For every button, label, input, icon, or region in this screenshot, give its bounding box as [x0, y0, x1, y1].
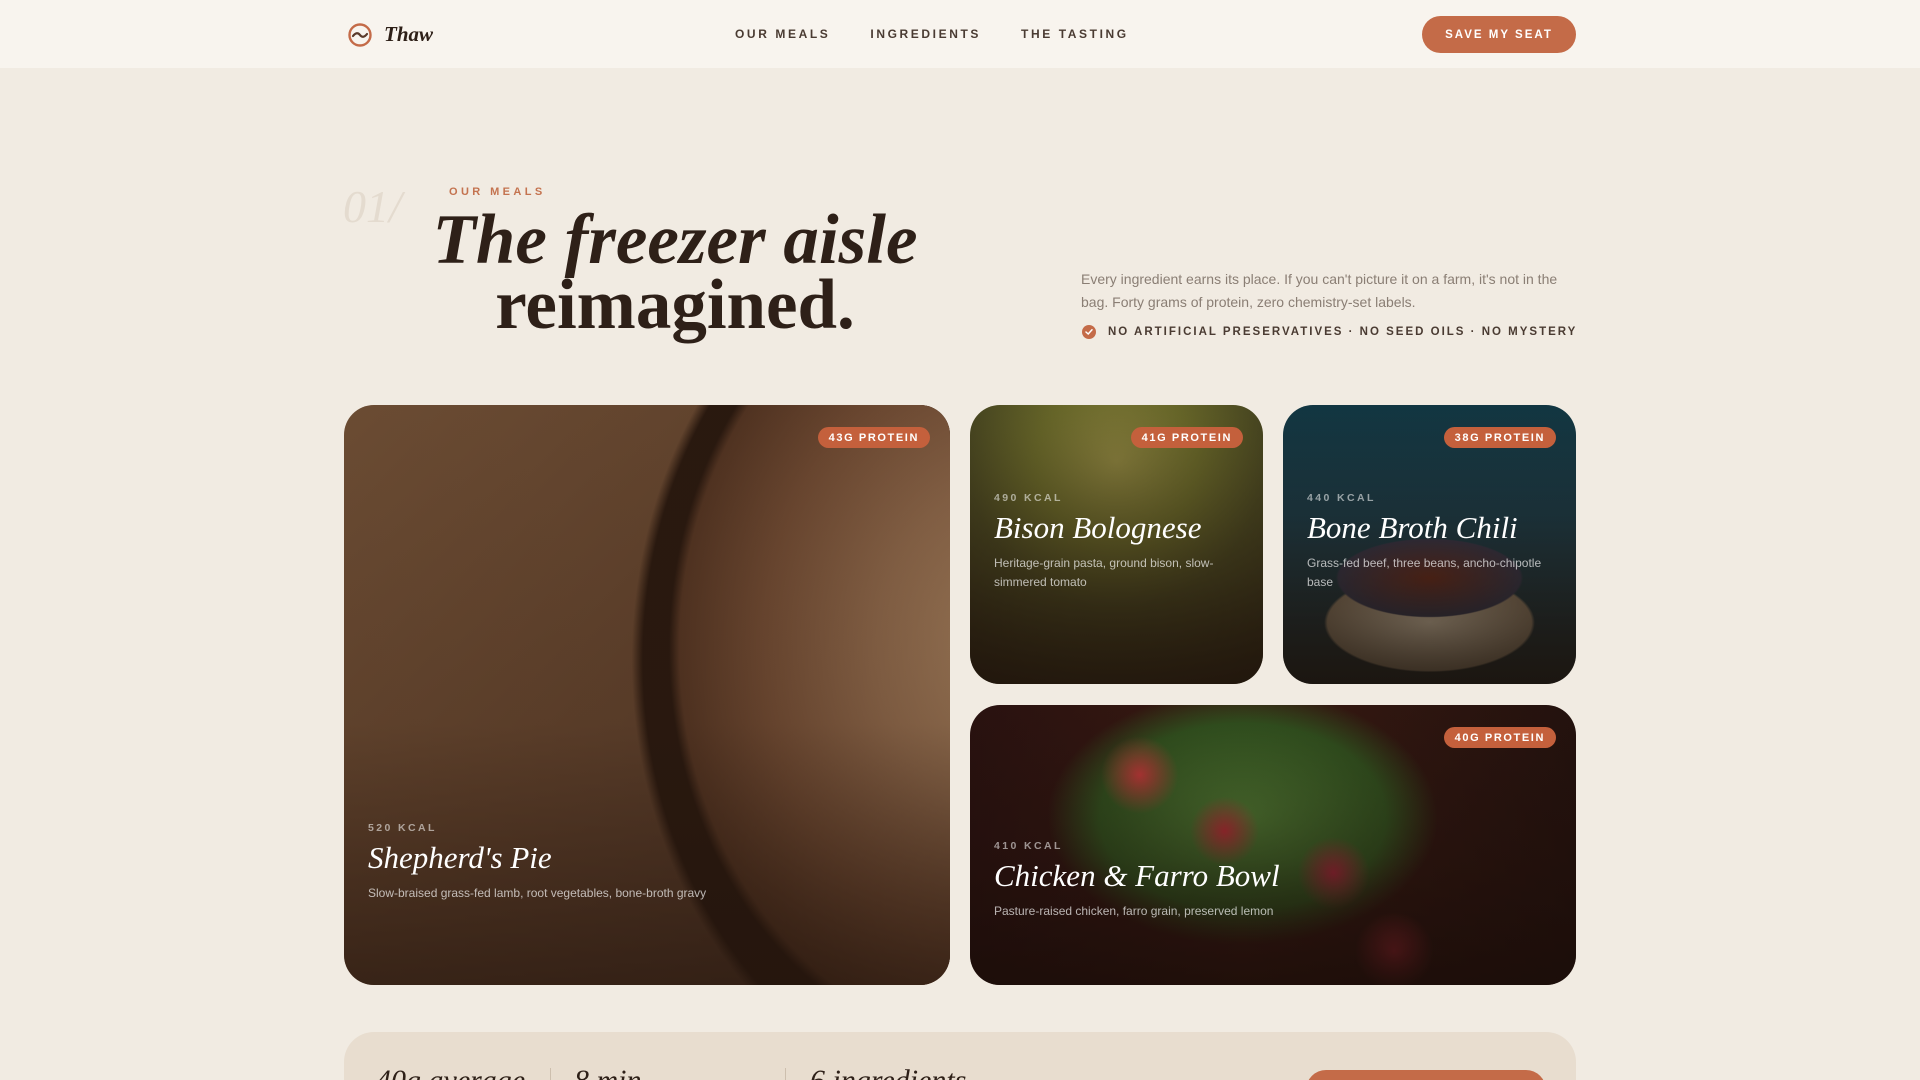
nav-link-the-tasting[interactable]: THE TASTING: [1021, 27, 1129, 41]
meal-info: 440 KCAL Bone Broth Chili Grass-fed beef…: [1307, 492, 1557, 592]
page-title: The freezer aisle reimagined.: [430, 201, 920, 344]
intro-text: Every ingredient earns its place. If you…: [1081, 271, 1558, 310]
stats-bar: 40g average 8 min 6 ingredients: [344, 1032, 1576, 1080]
meal-kcal: 490 KCAL: [994, 492, 1063, 504]
meal-name: Bone Broth Chili: [1307, 510, 1518, 545]
protein-badge: 43G PROTEIN: [817, 427, 930, 448]
stat-divider: [550, 1068, 551, 1080]
meal-card-shepherds-pie[interactable]: 43G PROTEIN 520 KCAL Shepherd's Pie Slow…: [344, 405, 950, 985]
nav-link-ingredients[interactable]: INGREDIENTS: [870, 27, 981, 41]
nav-link-our-meals[interactable]: OUR MEALS: [735, 27, 830, 41]
stat-ingredients: 6 ingredients: [810, 1064, 966, 1080]
meal-name: Shepherd's Pie: [368, 840, 552, 875]
save-my-seat-button[interactable]: SAVE MY SEAT: [1422, 16, 1576, 53]
meal-description: Pasture-raised chicken, farro grain, pre…: [994, 904, 1274, 918]
meal-info: 520 KCAL Shepherd's Pie Slow-braised gra…: [368, 822, 708, 903]
thaw-logo-icon: [348, 22, 372, 47]
protein-badge: 41G PROTEIN: [1130, 427, 1243, 448]
section-eyebrow: OUR MEALS: [449, 186, 546, 198]
brand-logo[interactable]: Thaw: [348, 22, 433, 47]
meal-kcal: 410 KCAL: [994, 840, 1063, 852]
meal-description: Slow-braised grass-fed lamb, root vegeta…: [368, 886, 707, 900]
section-number: 01/: [343, 181, 402, 232]
stat-average-protein: 40g average: [376, 1064, 525, 1080]
meal-card-bone-broth-chili[interactable]: 38G PROTEIN 440 KCAL Bone Broth Chili Gr…: [1283, 405, 1576, 684]
meal-info: 410 KCAL Chicken & Farro Bowl Pasture-ra…: [994, 840, 1394, 921]
stat-divider: [785, 1068, 786, 1080]
top-nav: Thaw OUR MEALS INGREDIENTS THE TASTING S…: [0, 0, 1920, 68]
meal-kcal: 440 KCAL: [1307, 492, 1376, 504]
meal-card-bison-bolognese[interactable]: 41G PROTEIN 490 KCAL Bison Bolognese Her…: [970, 405, 1263, 684]
stat-cook-time: 8 min: [574, 1064, 642, 1080]
main-menu: OUR MEALS INGREDIENTS THE TASTING: [735, 27, 1129, 41]
claims-text: NO ARTIFICIAL PRESERVATIVES · NO SEED OI…: [1108, 326, 1578, 338]
meal-kcal: 520 KCAL: [368, 822, 437, 834]
brand-name: Thaw: [384, 22, 434, 46]
meal-info: 490 KCAL Bison Bolognese Heritage-grain …: [994, 492, 1239, 592]
protein-badge: 40G PROTEIN: [1443, 727, 1556, 748]
meal-name: Chicken & Farro Bowl: [994, 858, 1280, 893]
page-title-line-1: The freezer aisle: [432, 201, 918, 279]
check-icon: [1082, 325, 1096, 339]
stats-cta-button[interactable]: [1306, 1070, 1546, 1080]
meal-name: Bison Bolognese: [994, 510, 1202, 545]
meal-description: Heritage-grain pasta, ground bison, slow…: [994, 556, 1214, 589]
meal-card-chicken-farro-bowl[interactable]: 40G PROTEIN 410 KCAL Chicken & Farro Bow…: [970, 705, 1576, 985]
protein-badge: 38G PROTEIN: [1443, 427, 1556, 448]
page-title-line-2: reimagined.: [495, 266, 855, 344]
meal-description: Grass-fed beef, three beans, ancho-chipo…: [1307, 556, 1542, 589]
claims-line: NO ARTIFICIAL PRESERVATIVES · NO SEED OI…: [1082, 325, 1577, 339]
